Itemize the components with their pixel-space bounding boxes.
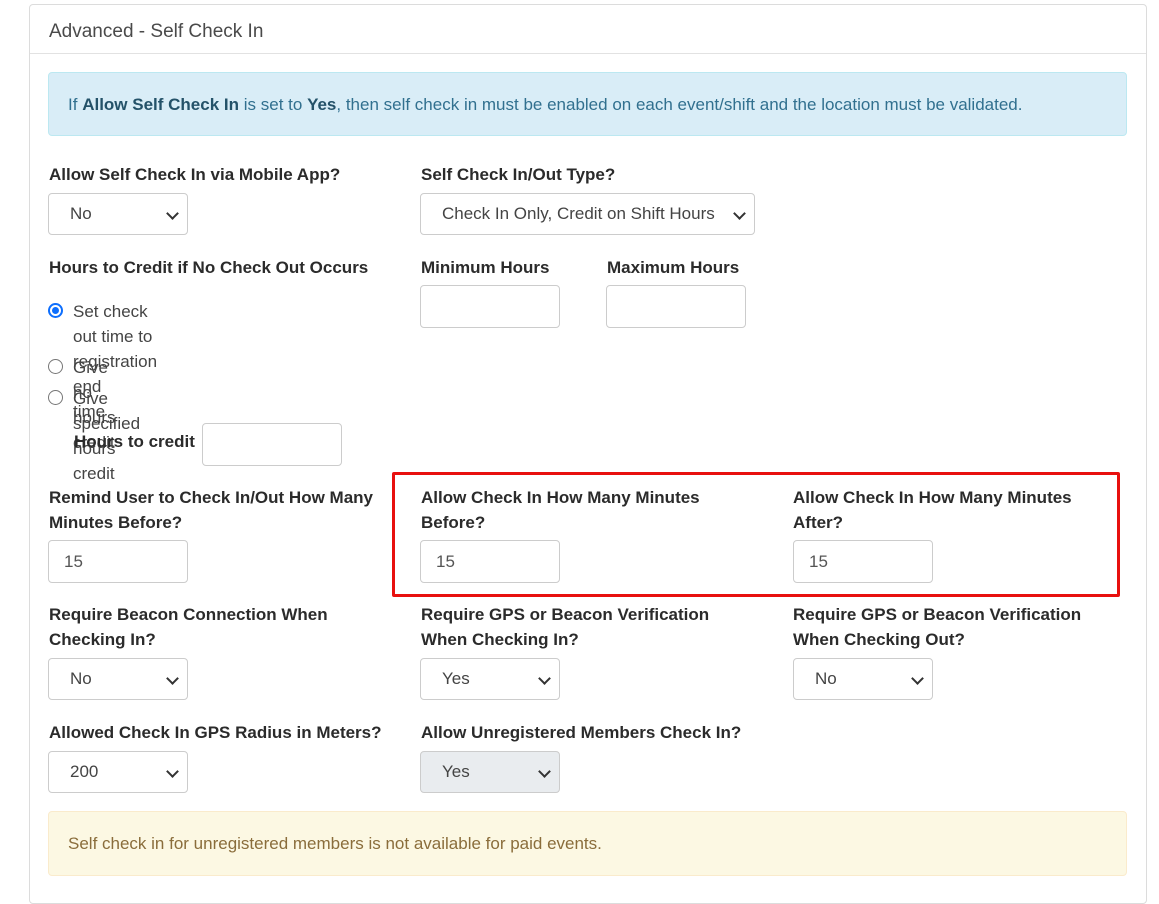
allow-after-label: Allow Check In How Many Minutes After? xyxy=(793,485,1072,535)
info-suffix: , then self check in must be enabled on … xyxy=(336,95,1023,114)
mobile-app-select[interactable]: No xyxy=(48,193,188,235)
gps-out-value: No xyxy=(815,669,837,688)
checkin-type-label: Self Check In/Out Type? xyxy=(421,165,616,184)
allow-after-label-line1: Allow Check In How Many Minutes xyxy=(793,488,1072,507)
mobile-app-label: Allow Self Check In via Mobile App? xyxy=(49,165,341,184)
hours-credit-label: Hours to Credit if No Check Out Occurs xyxy=(49,258,369,277)
gps-radius-label: Allowed Check In GPS Radius in Meters? xyxy=(49,723,382,742)
max-hours-label: Maximum Hours xyxy=(607,258,740,277)
checkin-type-select[interactable]: Check In Only, Credit on Shift Hours xyxy=(420,193,755,235)
radio-unchecked[interactable] xyxy=(48,390,63,405)
info-alert: If Allow Self Check In is set to Yes, th… xyxy=(48,72,1127,136)
info-bold-allow: Allow Self Check In xyxy=(82,95,239,114)
gps-radius-value: 200 xyxy=(70,762,99,781)
info-mid: is set to xyxy=(243,95,303,114)
hours-to-credit-input[interactable] xyxy=(202,423,342,466)
gps-in-value: Yes xyxy=(442,669,470,688)
allow-before-label-line1: Allow Check In How Many Minutes xyxy=(421,488,700,507)
self-check-in-panel: Advanced - Self Check In xyxy=(29,4,1147,904)
chevron-down-icon xyxy=(166,672,179,685)
beacon-label-line2: Checking In? xyxy=(49,630,156,649)
unregistered-value: Yes xyxy=(442,762,470,781)
chevron-down-icon xyxy=(911,672,924,685)
gps-in-select[interactable]: Yes xyxy=(420,658,560,700)
info-prefix: If xyxy=(68,95,78,114)
radio-checked[interactable] xyxy=(48,303,63,318)
chevron-down-icon xyxy=(733,207,746,220)
beacon-label-line1: Require Beacon Connection When xyxy=(49,605,328,624)
mobile-app-value: No xyxy=(70,204,92,223)
max-hours-input[interactable] xyxy=(606,285,746,328)
warning-text: Self check in for unregistered members i… xyxy=(68,834,602,853)
remind-label: Remind User to Check In/Out How Many Min… xyxy=(49,485,373,535)
allow-before-label: Allow Check In How Many Minutes Before? xyxy=(421,485,700,535)
gps-out-select[interactable]: No xyxy=(793,658,933,700)
unregistered-select[interactable]: Yes xyxy=(420,751,560,793)
remind-label-line1: Remind User to Check In/Out How Many xyxy=(49,488,373,507)
beacon-value: No xyxy=(70,669,92,688)
allow-before-input[interactable]: 15 xyxy=(420,540,560,583)
min-hours-input[interactable] xyxy=(420,285,560,328)
panel-title: Advanced - Self Check In xyxy=(49,21,264,42)
chevron-down-icon xyxy=(538,672,551,685)
panel-header: Advanced - Self Check In xyxy=(30,5,1146,54)
gps-radius-select[interactable]: 200 xyxy=(48,751,188,793)
checkin-type-value: Check In Only, Credit on Shift Hours xyxy=(442,204,715,223)
gps-in-label-line2: When Checking In? xyxy=(421,630,579,649)
beacon-select[interactable]: No xyxy=(48,658,188,700)
beacon-label: Require Beacon Connection When Checking … xyxy=(49,602,328,652)
remind-label-line2: Minutes Before? xyxy=(49,513,183,532)
allow-after-input[interactable]: 15 xyxy=(793,540,933,583)
radio-unchecked[interactable] xyxy=(48,359,63,374)
hours-to-credit-label: Hours to credit xyxy=(74,432,195,451)
warning-alert: Self check in for unregistered members i… xyxy=(48,811,1127,876)
gps-out-label-line2: When Checking Out? xyxy=(793,630,965,649)
remind-minutes-input[interactable]: 15 xyxy=(48,540,188,583)
chevron-down-icon xyxy=(166,765,179,778)
min-hours-label: Minimum Hours xyxy=(421,258,550,277)
gps-in-label: Require GPS or Beacon Verification When … xyxy=(421,602,709,652)
allow-before-label-line2: Before? xyxy=(421,513,486,532)
gps-in-label-line1: Require GPS or Beacon Verification xyxy=(421,605,710,624)
chevron-down-icon xyxy=(538,765,551,778)
chevron-down-icon xyxy=(166,207,179,220)
unregistered-label: Allow Unregistered Members Check In? xyxy=(421,723,742,742)
allow-after-label-line2: After? xyxy=(793,513,844,532)
gps-out-label-line1: Require GPS or Beacon Verification xyxy=(793,605,1082,624)
gps-out-label: Require GPS or Beacon Verification When … xyxy=(793,602,1081,652)
info-bold-yes: Yes xyxy=(307,95,337,114)
